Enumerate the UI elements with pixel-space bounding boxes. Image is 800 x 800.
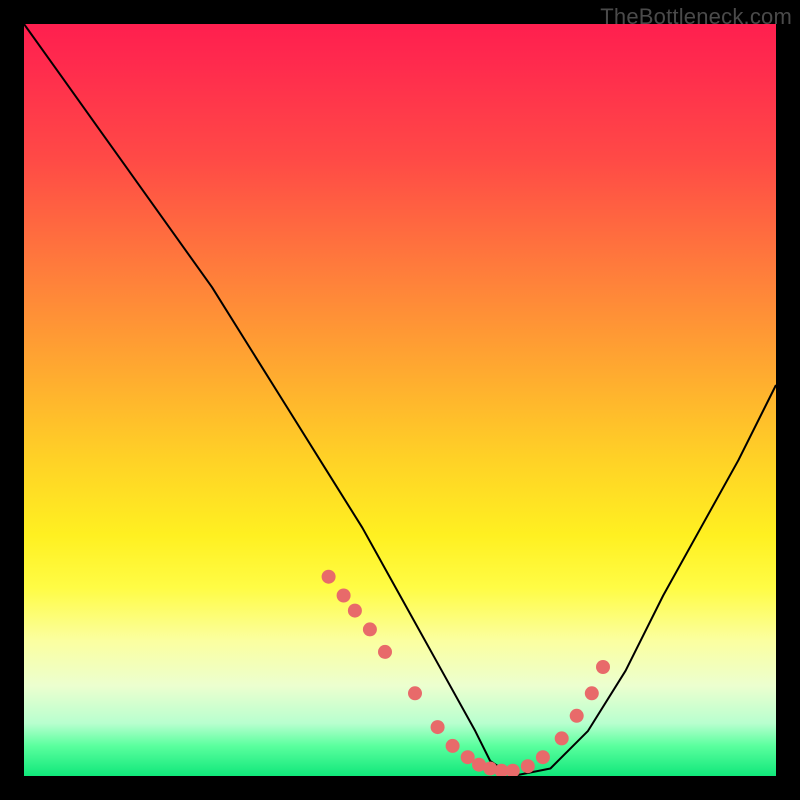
highlight-dot [363, 622, 377, 636]
highlight-dot [483, 762, 497, 776]
highlight-dot [322, 570, 336, 584]
highlight-dot [570, 709, 584, 723]
outer-frame: TheBottleneck.com [0, 0, 800, 800]
highlight-dot [472, 758, 486, 772]
highlight-dot [495, 764, 509, 776]
highlight-dot [337, 589, 351, 603]
highlight-dot [461, 750, 475, 764]
chart-svg [24, 24, 776, 776]
bottleneck-curve [24, 24, 776, 776]
highlight-dot [378, 645, 392, 659]
highlight-dot [521, 759, 535, 773]
highlight-dot [555, 731, 569, 745]
highlight-dot [408, 686, 422, 700]
highlight-dot [431, 720, 445, 734]
highlight-dot [585, 686, 599, 700]
highlight-dots-group [322, 570, 610, 776]
highlight-dot [348, 604, 362, 618]
highlight-dot [506, 764, 520, 776]
highlight-dot [446, 739, 460, 753]
highlight-dot [596, 660, 610, 674]
highlight-dot [536, 750, 550, 764]
plot-area [24, 24, 776, 776]
